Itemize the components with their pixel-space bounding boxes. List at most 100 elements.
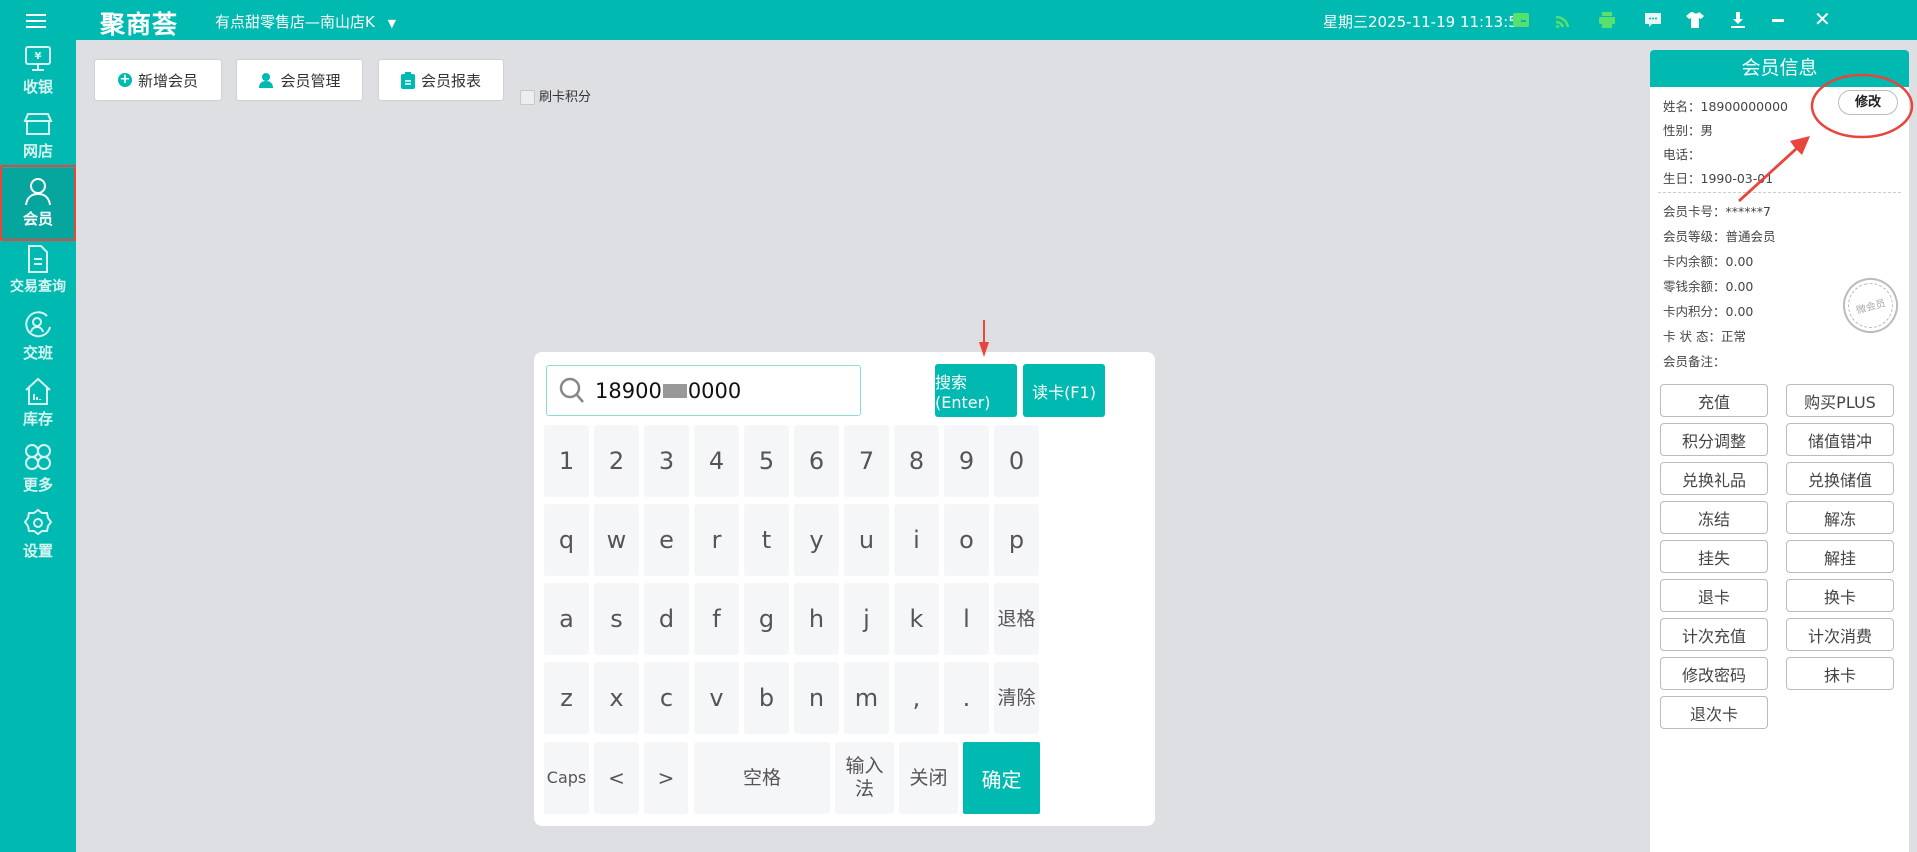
action-button[interactable]: 兑换储值 — [1786, 462, 1894, 495]
action-button[interactable]: 挂失 — [1660, 540, 1768, 573]
action-button[interactable]: 修改密码 — [1660, 657, 1768, 690]
action-button[interactable]: 储值错冲 — [1786, 423, 1894, 456]
key-backspace[interactable]: 退格 — [994, 583, 1039, 655]
card-row: 卡 状 态：正常 — [1663, 326, 1746, 345]
key-left[interactable]: < — [594, 742, 639, 814]
key-5[interactable]: 5 — [744, 425, 789, 497]
key-k[interactable]: k — [894, 583, 939, 655]
sidebar-item-cashier[interactable]: ¥ 收银 — [0, 40, 76, 104]
menu-icon[interactable] — [26, 12, 46, 28]
key-n[interactable]: n — [794, 662, 839, 734]
key-o[interactable]: o — [944, 504, 989, 576]
logo: 聚商荟 — [100, 10, 179, 39]
key-8[interactable]: 8 — [894, 425, 939, 497]
key-y[interactable]: y — [794, 504, 839, 576]
action-button[interactable]: 冻结 — [1660, 501, 1768, 534]
wifi-icon[interactable] — [1553, 10, 1573, 30]
key-w[interactable]: w — [594, 504, 639, 576]
sidebar-item-transactions[interactable]: 交易查询 — [0, 240, 76, 304]
edit-button[interactable]: 修改 — [1838, 90, 1898, 115]
minimize-icon[interactable] — [1772, 19, 1784, 22]
key-clear[interactable]: 清除 — [994, 662, 1039, 734]
chevron-down-icon: ▼ — [387, 17, 397, 30]
member-management-button[interactable]: 会员管理 — [236, 59, 363, 101]
action-button[interactable]: 积分调整 — [1660, 423, 1768, 456]
key-a[interactable]: a — [544, 583, 589, 655]
action-button[interactable]: 退卡 — [1660, 579, 1768, 612]
sidebar-item-settings[interactable]: 设置 — [0, 504, 76, 568]
key-f[interactable]: f — [694, 583, 739, 655]
key-caps[interactable]: Caps — [544, 742, 589, 814]
printer-icon[interactable] — [1597, 10, 1617, 30]
key-v[interactable]: v — [694, 662, 739, 734]
search-input[interactable]: 18900 0000 — [546, 365, 861, 416]
key-close[interactable]: 关闭 — [899, 742, 958, 814]
document-icon — [28, 245, 48, 273]
key-z[interactable]: z — [544, 662, 589, 734]
sidebar-item-shop[interactable]: 网店 — [0, 104, 76, 168]
key-d[interactable]: d — [644, 583, 689, 655]
action-button[interactable]: 兑换礼品 — [1660, 462, 1768, 495]
close-icon[interactable]: ✕ — [1814, 7, 1831, 31]
action-button[interactable]: 换卡 — [1786, 579, 1894, 612]
key-h[interactable]: h — [794, 583, 839, 655]
field-label: 会员等级： — [1663, 229, 1726, 244]
key-1[interactable]: 1 — [544, 425, 589, 497]
key-ime[interactable]: 输入法 — [835, 742, 894, 814]
key-b[interactable]: b — [744, 662, 789, 734]
field-value: 0.00 — [1725, 304, 1754, 319]
shirt-icon[interactable] — [1685, 10, 1705, 30]
key-u[interactable]: u — [844, 504, 889, 576]
key-m[interactable]: m — [844, 662, 889, 734]
store-name: 有点甜零售店—南山店K — [215, 13, 375, 31]
key-i[interactable]: i — [894, 504, 939, 576]
redacted-mark — [662, 383, 687, 398]
key-2[interactable]: 2 — [594, 425, 639, 497]
key-g[interactable]: g — [744, 583, 789, 655]
key-confirm[interactable]: 确定 — [963, 742, 1040, 814]
key-space[interactable]: 空格 — [694, 742, 830, 814]
info-row: 生日：1990-03-01 — [1663, 168, 1773, 187]
member-report-button[interactable]: 会员报表 — [378, 59, 504, 101]
key-p[interactable]: p — [994, 504, 1039, 576]
action-button[interactable]: 计次充值 — [1660, 618, 1768, 651]
checkbox[interactable] — [520, 90, 535, 105]
key-right[interactable]: > — [644, 742, 688, 814]
add-member-button[interactable]: + 新增会员 — [94, 59, 222, 101]
action-button[interactable]: 计次消费 — [1786, 618, 1894, 651]
cash-box-icon[interactable] — [1511, 10, 1531, 30]
key-3[interactable]: 3 — [644, 425, 689, 497]
key-0[interactable]: 0 — [994, 425, 1039, 497]
action-button[interactable]: 充值 — [1660, 384, 1768, 417]
read-card-button[interactable]: 读卡(F1) — [1023, 364, 1105, 417]
message-icon[interactable] — [1643, 10, 1663, 30]
inventory-icon — [25, 377, 51, 405]
key-l[interactable]: l — [944, 583, 989, 655]
search-button[interactable]: 搜索(Enter) — [935, 364, 1017, 417]
key-r[interactable]: r — [694, 504, 739, 576]
key-j[interactable]: j — [844, 583, 889, 655]
sidebar-item-inventory[interactable]: 库存 — [0, 372, 76, 436]
key-.[interactable]: . — [944, 662, 989, 734]
action-button[interactable]: 抹卡 — [1786, 657, 1894, 690]
download-icon[interactable] — [1728, 10, 1748, 30]
key-9[interactable]: 9 — [944, 425, 989, 497]
key-c[interactable]: c — [644, 662, 689, 734]
key-q[interactable]: q — [544, 504, 589, 576]
action-button[interactable]: 解挂 — [1786, 540, 1894, 573]
sidebar-item-shift[interactable]: 交班 — [0, 306, 76, 370]
action-button[interactable]: 购买PLUS — [1786, 384, 1894, 417]
key-e[interactable]: e — [644, 504, 689, 576]
key-x[interactable]: x — [594, 662, 639, 734]
key-s[interactable]: s — [594, 583, 639, 655]
sidebar-item-more[interactable]: 更多 — [0, 438, 76, 502]
key-4[interactable]: 4 — [694, 425, 739, 497]
key-,[interactable]: , — [894, 662, 939, 734]
store-selector[interactable]: 有点甜零售店—南山店K ▼ — [215, 11, 396, 32]
swipe-points-checkbox[interactable]: 刷卡积分 — [520, 80, 591, 105]
action-button[interactable]: 退次卡 — [1660, 696, 1768, 729]
key-6[interactable]: 6 — [794, 425, 839, 497]
action-button[interactable]: 解冻 — [1786, 501, 1894, 534]
key-7[interactable]: 7 — [844, 425, 889, 497]
key-t[interactable]: t — [744, 504, 789, 576]
